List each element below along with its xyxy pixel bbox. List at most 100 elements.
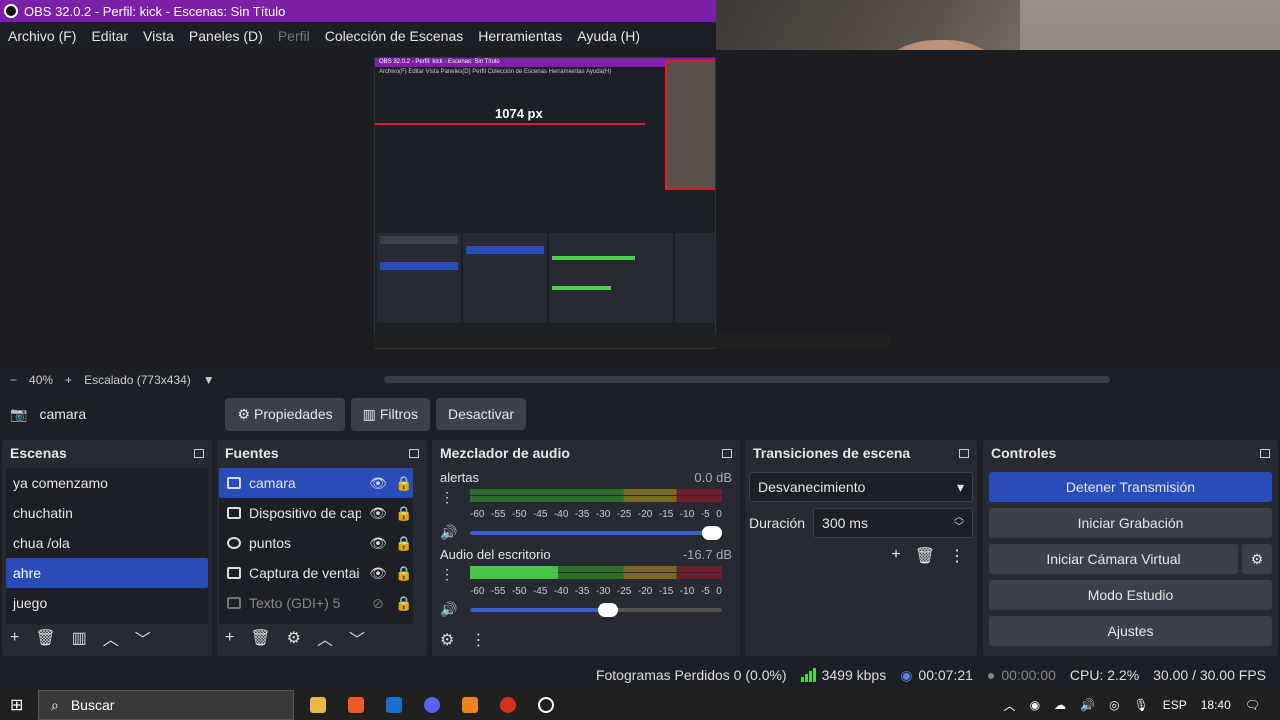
- eye-icon[interactable]: 👁: [369, 475, 387, 492]
- eye-icon[interactable]: 👁: [369, 505, 387, 522]
- scene-filters-icon[interactable]: ▥: [72, 628, 87, 648]
- remove-transition-icon[interactable]: 🗑: [915, 546, 935, 566]
- transitions-dock: Transiciones de escena Desvanecimiento ▾…: [745, 440, 977, 656]
- volume-slider[interactable]: [470, 602, 722, 617]
- windows-start-icon[interactable]: ⊞: [10, 695, 23, 715]
- undock-icon[interactable]: [194, 448, 204, 458]
- file-explorer-icon[interactable]: [310, 697, 326, 713]
- move-up-icon[interactable]: ︿: [317, 626, 333, 650]
- undock-icon[interactable]: [959, 448, 969, 458]
- source-item-texto[interactable]: Texto (GDI+) 5 ⊘ 🔒: [219, 588, 413, 618]
- remove-source-icon[interactable]: 🗑: [250, 628, 270, 648]
- scene-item[interactable]: juego: [6, 588, 208, 618]
- clock[interactable]: 18:40: [1201, 698, 1231, 712]
- brave-icon[interactable]: [348, 697, 364, 713]
- window-title: OBS 32.0.2 - Perfil: kick - Escenas: Sin…: [24, 3, 286, 19]
- volume-slider[interactable]: [470, 525, 722, 540]
- source-item-captura[interactable]: Captura de ventai 👁 🔒: [219, 558, 413, 588]
- signal-icon: [800, 668, 816, 682]
- transition-select[interactable]: Desvanecimiento ▾: [749, 472, 973, 502]
- steam-tray-icon[interactable]: ◎: [1109, 698, 1119, 712]
- filters-button[interactable]: ▥ Filtros: [350, 397, 430, 431]
- menu-vista[interactable]: Vista: [143, 28, 174, 44]
- zoom-in-button[interactable]: +: [65, 373, 72, 387]
- menu-bar: Archivo (F) Editar Vista Paneles (D) Per…: [0, 22, 716, 50]
- virtual-cam-settings-button[interactable]: ⚙: [1242, 544, 1272, 574]
- scale-label: Escalado (773x434): [84, 373, 191, 387]
- stop-stream-button[interactable]: Detener Transmisión: [989, 472, 1272, 502]
- move-down-icon[interactable]: ﹀: [349, 626, 365, 650]
- discord-tray-icon[interactable]: ◉: [1030, 698, 1040, 712]
- language-indicator[interactable]: ESP: [1163, 698, 1187, 712]
- taskbar-search[interactable]: ⌕ Buscar: [38, 690, 294, 720]
- lock-icon[interactable]: 🔒: [395, 535, 413, 552]
- volume-knob[interactable]: [598, 602, 618, 617]
- kebab-menu-icon[interactable]: ⋮: [949, 546, 965, 566]
- add-source-icon[interactable]: +: [225, 629, 234, 647]
- scene-item[interactable]: chua /ola: [6, 528, 208, 558]
- controls-dock: Controles Detener Transmisión Iniciar Gr…: [983, 440, 1278, 656]
- properties-button[interactable]: ⚙ Propiedades: [225, 397, 345, 431]
- speaker-icon[interactable]: 🔊: [440, 601, 458, 618]
- menu-ayuda[interactable]: Ayuda (H): [577, 28, 640, 44]
- kebab-menu-icon[interactable]: ⋮: [440, 566, 462, 583]
- add-scene-icon[interactable]: +: [10, 629, 19, 647]
- tray-expand-icon[interactable]: ︿: [1004, 697, 1016, 714]
- lock-icon[interactable]: 🔒: [395, 505, 413, 522]
- scene-item[interactable]: ya comenzamo: [6, 468, 208, 498]
- speaker-icon[interactable]: 🔊: [440, 524, 458, 541]
- start-virtual-cam-button[interactable]: Iniciar Cámara Virtual: [989, 544, 1238, 574]
- eye-icon[interactable]: 👁: [369, 535, 387, 552]
- preview-canvas[interactable]: OBS 32.0.2 - Perfil: kick - Escenas: Sin…: [0, 50, 1280, 370]
- cloud-icon[interactable]: ☁: [1054, 698, 1066, 712]
- chrome-icon[interactable]: [500, 697, 516, 713]
- advanced-audio-icon[interactable]: ⚙: [440, 630, 454, 650]
- eye-hidden-icon[interactable]: ⊘: [369, 595, 387, 612]
- move-down-icon[interactable]: ﹀: [135, 626, 151, 650]
- add-transition-icon[interactable]: +: [891, 546, 900, 566]
- discord-icon[interactable]: [424, 697, 440, 713]
- obs-icon[interactable]: [538, 697, 554, 713]
- lock-icon[interactable]: 🔒: [395, 475, 413, 492]
- move-up-icon[interactable]: ︿: [103, 626, 119, 650]
- volume-knob[interactable]: [702, 525, 722, 540]
- fl-studio-icon[interactable]: [462, 697, 478, 713]
- settings-button[interactable]: Ajustes: [989, 616, 1272, 646]
- sources-list: camara 👁 🔒 Dispositivo de cap 👁 🔒 puntos…: [219, 468, 413, 624]
- undock-icon[interactable]: [1260, 448, 1270, 458]
- search-icon: ⌕: [51, 696, 59, 713]
- source-item-dispositivo[interactable]: Dispositivo de cap 👁 🔒: [219, 498, 413, 528]
- scene-item-selected[interactable]: ahre: [6, 558, 208, 588]
- remove-scene-icon[interactable]: 🗑: [35, 628, 55, 648]
- deactivate-button[interactable]: Desactivar: [435, 398, 527, 430]
- start-recording-button[interactable]: Iniciar Grabación: [989, 508, 1272, 538]
- menu-coleccion-escenas[interactable]: Colección de Escenas: [325, 28, 464, 44]
- kebab-menu-icon[interactable]: ⋮: [470, 630, 486, 650]
- zoom-out-button[interactable]: −: [10, 373, 17, 387]
- stepper-icon[interactable]: ︿ ﹀: [954, 513, 964, 533]
- mic-icon[interactable]: 🎙: [1133, 698, 1148, 712]
- studio-mode-button[interactable]: Modo Estudio: [989, 580, 1272, 610]
- undock-icon[interactable]: [409, 448, 419, 458]
- source-item-camara[interactable]: camara 👁 🔒: [219, 468, 413, 498]
- scale-dropdown-icon[interactable]: ▼: [203, 373, 215, 387]
- notifications-icon[interactable]: 🗨: [1245, 698, 1260, 712]
- audio-mixer-dock: Mezclador de audio alertas 0.0 dB ⋮ -60 -5…: [432, 440, 740, 656]
- source-properties-icon[interactable]: ⚙: [287, 628, 301, 648]
- kebab-menu-icon[interactable]: ⋮: [440, 489, 462, 506]
- lock-icon[interactable]: 🔒: [395, 595, 413, 612]
- steam-icon[interactable]: [386, 697, 402, 713]
- source-item-puntos[interactable]: puntos 👁 🔒: [219, 528, 413, 558]
- preview-scrollbar[interactable]: [384, 376, 1110, 383]
- lock-icon[interactable]: 🔒: [395, 565, 413, 582]
- undock-icon[interactable]: [722, 448, 732, 458]
- menu-archivo[interactable]: Archivo (F): [8, 28, 76, 44]
- duration-input[interactable]: 300 ms ︿ ﹀: [813, 508, 973, 538]
- mixer-title: Mezclador de audio: [440, 445, 570, 461]
- menu-editar[interactable]: Editar: [91, 28, 128, 44]
- scene-item[interactable]: chuchatin: [6, 498, 208, 528]
- menu-paneles[interactable]: Paneles (D): [189, 28, 263, 44]
- volume-icon[interactable]: 🔊: [1080, 698, 1095, 712]
- menu-herramientas[interactable]: Herramientas: [478, 28, 562, 44]
- eye-icon[interactable]: 👁: [369, 565, 387, 582]
